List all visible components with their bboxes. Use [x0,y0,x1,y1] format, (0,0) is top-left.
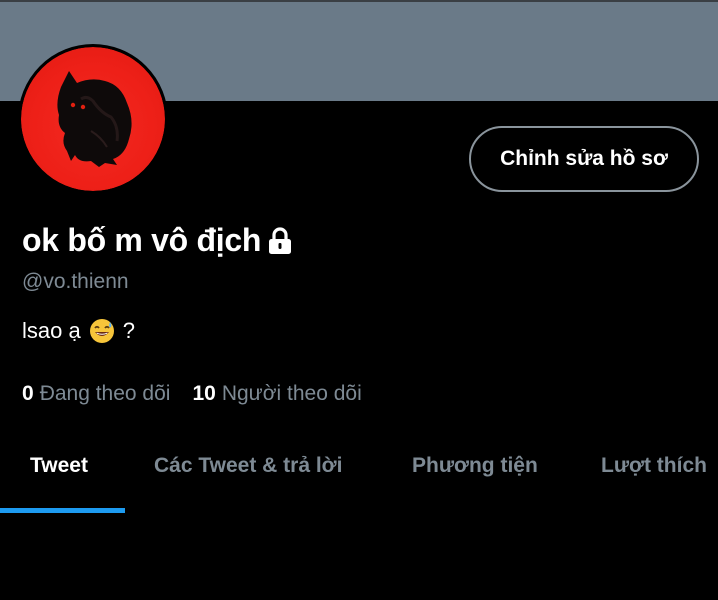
tab-media[interactable]: Phương tiện [412,454,538,478]
followers-label: Người theo dõi [221,382,362,405]
tab-likes[interactable]: Lượt thích [601,454,707,478]
tab-tweets[interactable]: Tweet [30,454,88,478]
profile-bio: lsao ạ ? [22,318,135,344]
followers-count: 10 [192,382,216,405]
user-handle: @vo.thienn [22,270,129,293]
following-label: Đang theo dõi [39,382,171,405]
black-cat-avatar-image [21,47,165,191]
sweat-smile-emoji-icon [89,318,115,344]
following-count: 0 [22,382,34,405]
display-name: ok bố m vô địch [22,222,262,258]
following-stat[interactable]: 0 Đang theo dõi [22,382,170,406]
profile-page: Chỉnh sửa hồ sơ ok bố m vô địch @vo.thie… [0,0,718,600]
followers-stat[interactable]: 10 Người theo dõi [192,382,361,406]
edit-profile-button[interactable]: Chỉnh sửa hồ sơ [469,126,699,192]
bio-suffix: ? [122,318,135,343]
bio-text: lsao ạ [22,318,81,343]
lock-icon [267,226,293,255]
follow-stats: 0 Đang theo dõi 10 Người theo dõi [22,382,362,406]
tab-tweets-and-replies[interactable]: Các Tweet & trả lời [154,454,342,478]
profile-tabs: Tweet Các Tweet & trả lời Phương tiện Lư… [0,440,718,514]
display-name-row: ok bố m vô địch [22,222,293,259]
avatar[interactable] [18,44,168,194]
active-tab-indicator [0,508,125,513]
